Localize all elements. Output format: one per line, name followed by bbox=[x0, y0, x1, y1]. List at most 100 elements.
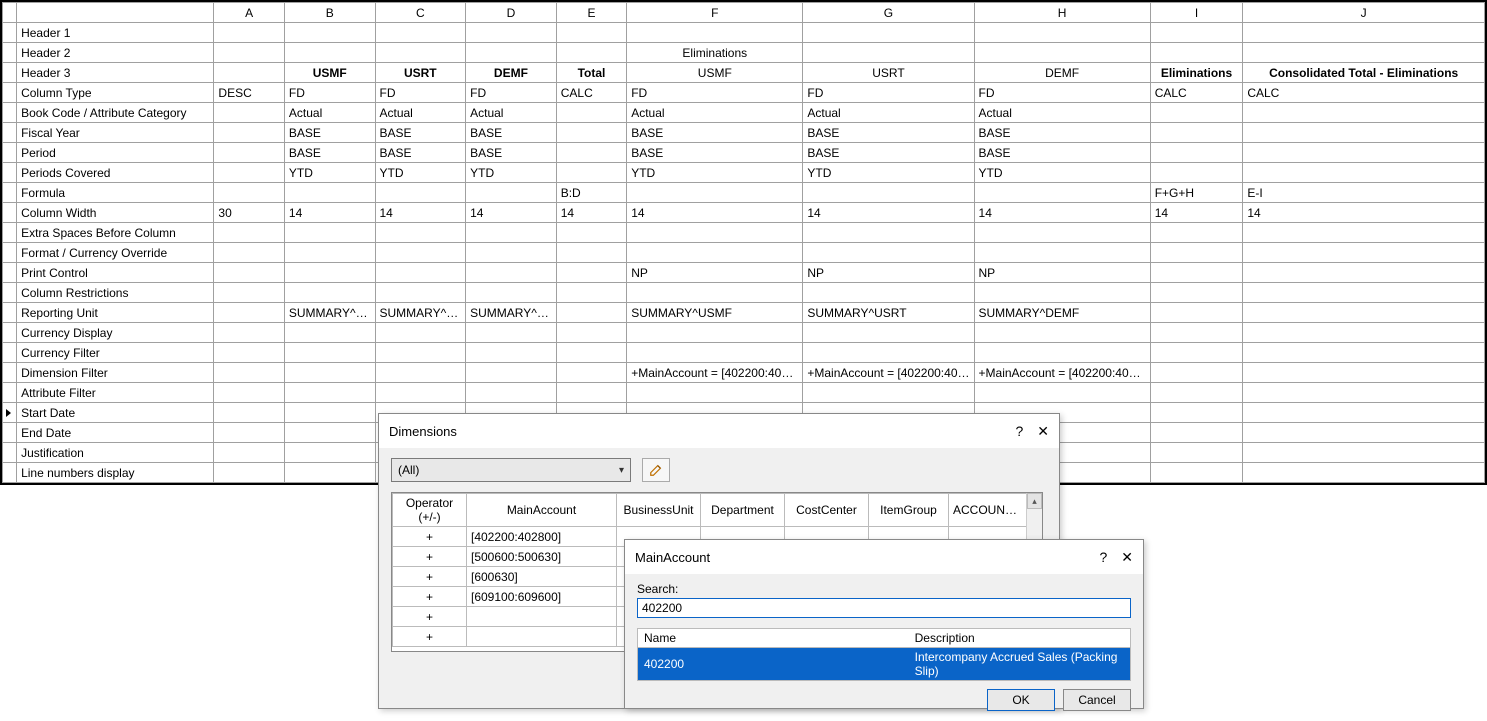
cell[interactable] bbox=[556, 263, 626, 283]
cell[interactable] bbox=[1150, 343, 1243, 363]
column-header-D[interactable]: D bbox=[466, 3, 557, 23]
cell[interactable] bbox=[466, 323, 557, 343]
cell[interactable]: BASE bbox=[375, 143, 466, 163]
cell[interactable]: Actual bbox=[627, 103, 803, 123]
cell[interactable] bbox=[284, 183, 375, 203]
column-header-H[interactable]: H bbox=[974, 3, 1150, 23]
cell[interactable] bbox=[466, 383, 557, 403]
cell[interactable] bbox=[284, 403, 375, 423]
cell[interactable]: NP bbox=[974, 263, 1150, 283]
cell[interactable] bbox=[214, 183, 284, 203]
cell[interactable] bbox=[1150, 263, 1243, 283]
cell[interactable] bbox=[375, 363, 466, 383]
cell[interactable]: 14 bbox=[284, 203, 375, 223]
cell[interactable] bbox=[556, 303, 626, 323]
row-handle[interactable] bbox=[3, 123, 17, 143]
cell[interactable] bbox=[284, 263, 375, 283]
cell[interactable]: Eliminations bbox=[1150, 63, 1243, 83]
cell[interactable] bbox=[556, 323, 626, 343]
cell[interactable] bbox=[214, 323, 284, 343]
cell[interactable]: SUMMARY^USMF bbox=[627, 303, 803, 323]
cell[interactable]: SUMMARY^USRT bbox=[375, 303, 466, 323]
cell[interactable] bbox=[556, 43, 626, 63]
cell[interactable]: BASE bbox=[466, 123, 557, 143]
cell[interactable] bbox=[214, 23, 284, 43]
row-handle[interactable] bbox=[3, 343, 17, 363]
dim-column-header[interactable]: ACCOUNTCATEG bbox=[949, 494, 1029, 527]
cell[interactable] bbox=[1243, 283, 1485, 303]
cell[interactable] bbox=[214, 463, 284, 483]
row-handle[interactable] bbox=[3, 243, 17, 263]
column-header-G[interactable]: G bbox=[803, 3, 974, 23]
cell[interactable] bbox=[466, 343, 557, 363]
cell[interactable] bbox=[466, 23, 557, 43]
cell[interactable] bbox=[466, 43, 557, 63]
cell[interactable]: YTD bbox=[284, 163, 375, 183]
cell[interactable]: 14 bbox=[375, 203, 466, 223]
cell[interactable] bbox=[1150, 363, 1243, 383]
cell[interactable] bbox=[1150, 103, 1243, 123]
cell[interactable] bbox=[627, 243, 803, 263]
cell[interactable] bbox=[214, 343, 284, 363]
column-header-J[interactable]: J bbox=[1243, 3, 1485, 23]
cell[interactable]: SUMMARY^DEMF bbox=[466, 303, 557, 323]
cell[interactable] bbox=[974, 183, 1150, 203]
cell[interactable]: Consolidated Total - Eliminations bbox=[1243, 63, 1485, 83]
cell[interactable] bbox=[214, 383, 284, 403]
column-header-description[interactable]: Description bbox=[909, 629, 1131, 648]
cell[interactable] bbox=[974, 23, 1150, 43]
cell[interactable] bbox=[466, 363, 557, 383]
row-handle[interactable] bbox=[3, 363, 17, 383]
cell[interactable] bbox=[803, 283, 974, 303]
cell[interactable]: SUMMARY^DEMF bbox=[974, 303, 1150, 323]
operator-cell[interactable]: + bbox=[393, 627, 467, 647]
cell[interactable] bbox=[1243, 223, 1485, 243]
cell[interactable] bbox=[974, 323, 1150, 343]
column-header-A[interactable]: A bbox=[214, 3, 284, 23]
row-handle[interactable] bbox=[3, 283, 17, 303]
cell[interactable] bbox=[466, 183, 557, 203]
cell[interactable] bbox=[1243, 463, 1485, 483]
cell[interactable]: E-I bbox=[1243, 183, 1485, 203]
cell[interactable] bbox=[214, 243, 284, 263]
cell[interactable] bbox=[974, 283, 1150, 303]
cell[interactable]: Total bbox=[556, 63, 626, 83]
scroll-up-arrow-icon[interactable]: ▴ bbox=[1027, 493, 1042, 509]
result-row[interactable]: 402200 Intercompany Accrued Sales (Packi… bbox=[638, 648, 1131, 681]
cell[interactable] bbox=[1243, 363, 1485, 383]
cell[interactable] bbox=[214, 223, 284, 243]
cell[interactable] bbox=[974, 383, 1150, 403]
row-handle[interactable] bbox=[3, 23, 17, 43]
dimension-scope-dropdown[interactable]: (All) ▾ bbox=[391, 458, 631, 482]
cell[interactable] bbox=[1150, 243, 1243, 263]
cell[interactable] bbox=[375, 23, 466, 43]
cell[interactable] bbox=[284, 243, 375, 263]
close-icon[interactable]: ✕ bbox=[1121, 549, 1133, 566]
cell[interactable] bbox=[627, 343, 803, 363]
row-handle[interactable] bbox=[3, 423, 17, 443]
cell[interactable] bbox=[974, 223, 1150, 243]
cell[interactable] bbox=[803, 183, 974, 203]
row-handle[interactable] bbox=[3, 163, 17, 183]
cell[interactable] bbox=[1243, 163, 1485, 183]
cell[interactable]: CALC bbox=[1243, 83, 1485, 103]
cell[interactable] bbox=[214, 443, 284, 463]
cell[interactable] bbox=[1150, 143, 1243, 163]
mainaccount-cell[interactable] bbox=[467, 627, 617, 647]
cell[interactable] bbox=[627, 283, 803, 303]
cell[interactable]: FD bbox=[974, 83, 1150, 103]
cell[interactable] bbox=[1150, 423, 1243, 443]
cell[interactable]: Actual bbox=[284, 103, 375, 123]
cell[interactable] bbox=[556, 103, 626, 123]
cell[interactable]: CALC bbox=[556, 83, 626, 103]
cell[interactable] bbox=[803, 343, 974, 363]
cell[interactable] bbox=[284, 463, 375, 483]
dim-column-header[interactable]: MainAccount bbox=[467, 494, 617, 527]
cell[interactable] bbox=[556, 243, 626, 263]
mainaccount-cell[interactable]: [600630] bbox=[467, 567, 617, 587]
cell[interactable] bbox=[803, 383, 974, 403]
cell[interactable]: SUMMARY^USMF bbox=[284, 303, 375, 323]
cell[interactable] bbox=[1150, 163, 1243, 183]
cell[interactable]: BASE bbox=[974, 123, 1150, 143]
cell[interactable]: NP bbox=[627, 263, 803, 283]
